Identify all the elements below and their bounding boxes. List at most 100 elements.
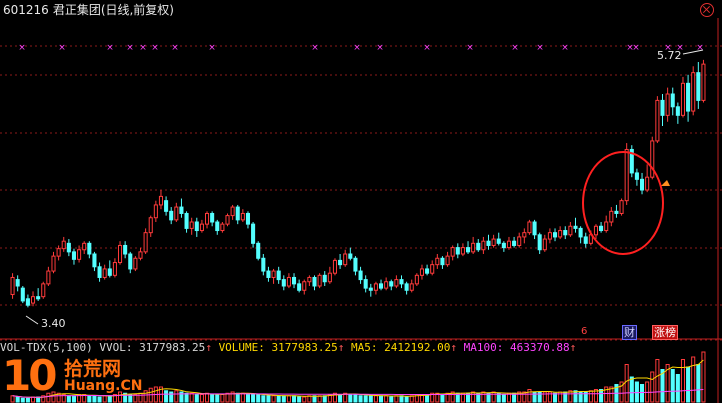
candle-body (680, 82, 686, 116)
volume-bar (240, 392, 245, 403)
candle-body (522, 232, 527, 238)
candle-body (184, 212, 189, 229)
candle-body (619, 200, 624, 214)
candle-body (56, 248, 61, 257)
candle-body (332, 259, 338, 274)
watermark-cn: 拾荒网 (64, 358, 122, 380)
volume-bar (338, 394, 343, 403)
candle-body (532, 221, 537, 236)
candle-body (225, 215, 230, 225)
candle-body (240, 212, 245, 221)
candle-body (189, 221, 194, 229)
volume-bar (471, 391, 476, 403)
candle-body (297, 283, 302, 291)
ma5-value: MA5: 2412192.00 (351, 341, 451, 354)
candle-body (465, 247, 471, 253)
ma100-value: MA100: 463370.88 (463, 341, 570, 354)
volume-bar (624, 364, 629, 403)
volume-bar (266, 395, 271, 403)
tag-finance[interactable]: 财 (622, 325, 637, 340)
candle-body (552, 232, 558, 238)
signal-marker: × (561, 43, 569, 53)
volume-bar (281, 395, 286, 403)
volume-bar (629, 376, 634, 403)
watermark-en: Huang.CN (64, 378, 143, 394)
volume-bar (691, 356, 696, 403)
volume-bar (184, 392, 189, 403)
candle-body (25, 298, 30, 306)
volume-bar (639, 384, 645, 403)
volume-bar (261, 395, 266, 403)
candle-body (501, 242, 506, 249)
candle-body (599, 225, 604, 232)
ma5-up-arrow-icon: ↑ (450, 341, 457, 354)
candle-body (409, 283, 414, 291)
volume-bar (291, 395, 297, 403)
volume-bar (491, 391, 496, 403)
candle-body (194, 221, 199, 232)
candle-body (251, 223, 256, 244)
candle-body (373, 283, 378, 291)
candle-body (343, 253, 348, 266)
candle-body (312, 276, 317, 287)
candle-body (445, 255, 450, 266)
low-price-label: 3.40 (41, 317, 66, 330)
volume-bar (701, 351, 706, 403)
volume-bar (348, 394, 353, 403)
volume-bar (696, 364, 701, 403)
close-icon[interactable] (700, 3, 714, 17)
candle-body (97, 266, 102, 278)
candle-body (506, 240, 512, 249)
signal-marker: × (126, 43, 134, 53)
watermark-logo: 10 拾荒网 Huang.CN (2, 352, 172, 402)
candle-body (368, 287, 373, 291)
candle-body (471, 242, 476, 253)
volume-bar (276, 395, 281, 403)
candle-body (138, 251, 143, 259)
candle-body (399, 279, 404, 285)
candle-body (512, 240, 517, 246)
chart-window: × × × × × × × × × × × × × × × × × × × × × 601216 君正集团(日线,前复权)… (0, 0, 722, 403)
candle-body (235, 206, 240, 221)
candle-body (363, 279, 368, 289)
candle-body (230, 206, 235, 217)
watermark-number: 10 (2, 351, 57, 400)
candle-body (291, 276, 297, 285)
candle-body (179, 206, 184, 214)
candle-body (10, 276, 15, 296)
candle-body (210, 212, 215, 223)
candle-body (281, 279, 286, 287)
volume-bar (373, 395, 378, 403)
candle-body (46, 270, 51, 285)
volume-bar (174, 390, 179, 403)
candle-body (143, 232, 148, 253)
signal-marker: × (353, 43, 361, 53)
signal-marker: × (376, 43, 384, 53)
candle-body (164, 200, 169, 212)
volume-bar (501, 394, 506, 403)
volume-bar (210, 394, 215, 403)
candle-body (460, 247, 465, 255)
candle-body (686, 82, 691, 112)
candle-body (286, 276, 291, 287)
candle-body (547, 232, 552, 240)
candle-body (276, 270, 281, 281)
candle-body (527, 221, 532, 234)
volume-bar (527, 389, 532, 403)
volume-bar (378, 395, 384, 403)
candle-body (701, 63, 706, 101)
candle-body (256, 242, 261, 259)
volume-bar (358, 395, 363, 403)
candle-body (450, 247, 455, 257)
volume-bar (394, 395, 399, 403)
candle-body (419, 268, 425, 276)
candle-body (660, 99, 665, 116)
signal-marker: × (311, 43, 319, 53)
vvol-up-arrow-icon: ↑ (205, 341, 212, 354)
tag-gainers-list[interactable]: 涨榜 (652, 325, 678, 340)
tag-six[interactable]: 6 (581, 326, 587, 337)
candle-body (82, 242, 87, 251)
volume-bar (389, 396, 394, 403)
candle-body (378, 283, 384, 289)
candle-body (102, 268, 107, 278)
